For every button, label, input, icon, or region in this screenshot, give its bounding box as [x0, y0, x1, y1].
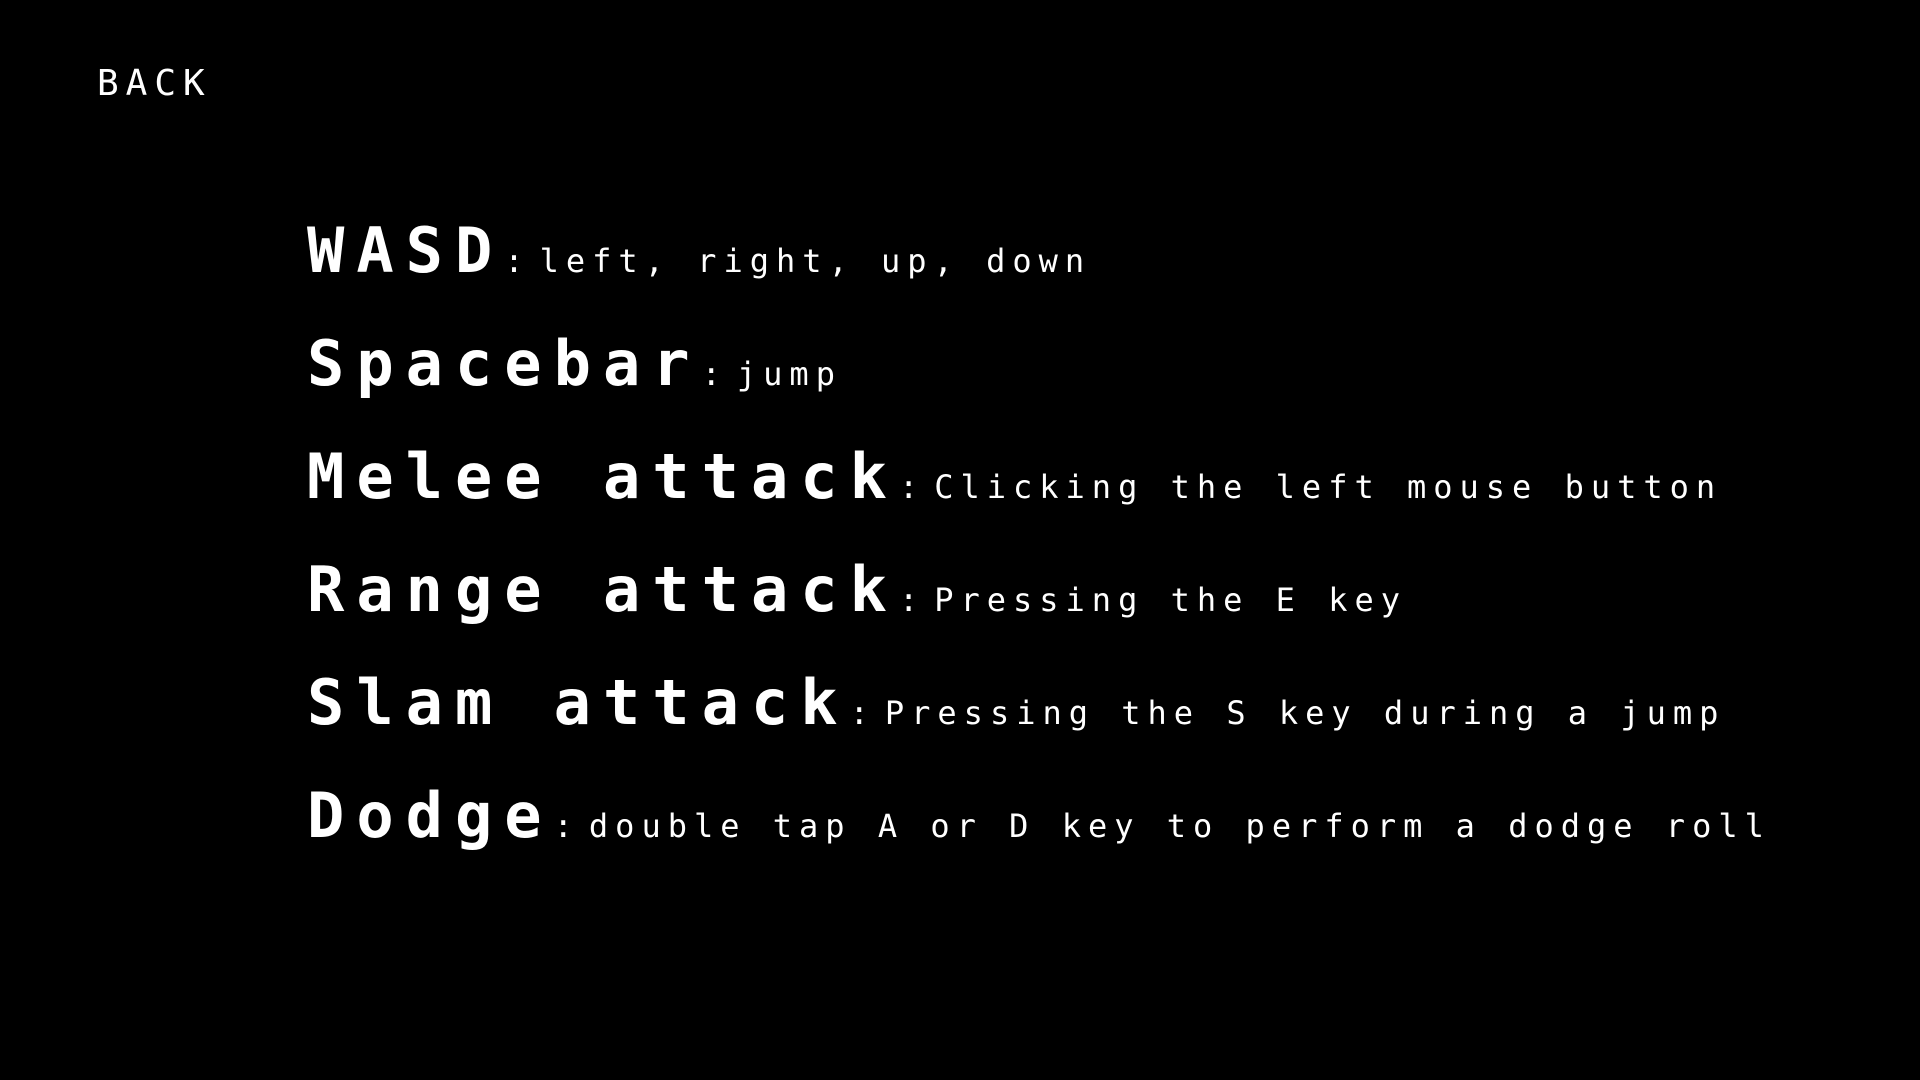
control-description: double tap A or D key to perform a dodge… — [588, 807, 1771, 845]
control-separator: : — [898, 468, 925, 506]
control-separator: : — [849, 694, 875, 732]
control-key-label: Melee attack — [307, 440, 899, 513]
control-description: Pressing the E key — [934, 581, 1407, 619]
control-key-label: Dodge — [307, 779, 554, 852]
controls-list: WASD : left, right, up, down Spacebar : … — [307, 215, 1867, 893]
control-row-spacebar: Spacebar : jump — [307, 328, 1867, 441]
control-key-label: Spacebar — [307, 327, 702, 400]
control-separator: : — [898, 581, 925, 619]
control-separator: : — [504, 242, 530, 280]
control-description: jump — [736, 355, 842, 393]
control-description: Pressing the S key during a jump — [884, 694, 1726, 732]
control-row-slam-attack: Slam attack : Pressing the S key during … — [307, 667, 1867, 780]
control-row-wasd: WASD : left, right, up, down — [307, 215, 1867, 328]
control-row-melee-attack: Melee attack : Clicking the left mouse b… — [307, 441, 1867, 554]
control-description: left, right, up, down — [539, 242, 1092, 280]
control-separator: : — [701, 355, 727, 393]
control-key-label: Range attack — [307, 553, 899, 626]
control-description: Clicking the left mouse button — [934, 468, 1723, 506]
control-row-range-attack: Range attack : Pressing the E key — [307, 554, 1867, 667]
control-key-label: WASD — [307, 214, 505, 287]
control-row-dodge: Dodge : double tap A or D key to perform… — [307, 780, 1867, 893]
control-separator: : — [553, 807, 579, 845]
back-button[interactable]: BACK — [97, 62, 212, 106]
control-key-label: Slam attack — [307, 666, 850, 739]
